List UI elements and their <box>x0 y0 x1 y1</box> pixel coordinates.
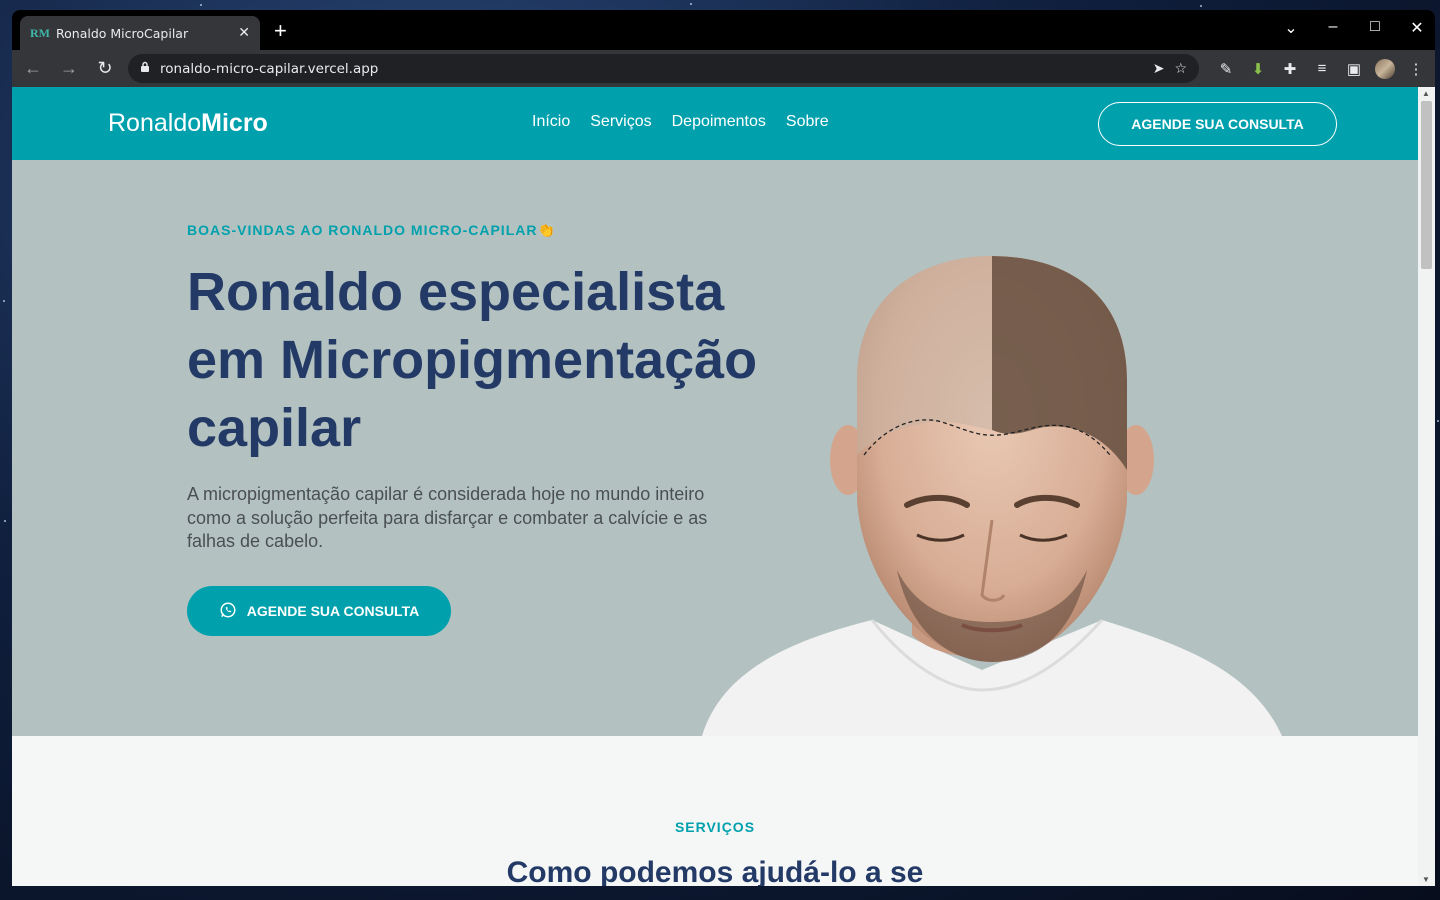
site-logo[interactable]: RonaldoMicro <box>108 109 268 138</box>
url-text: ronaldo-micro-capilar.vercel.app <box>160 60 379 77</box>
hero-eyebrow: BOAS-VINDAS AO RONALDO MICRO-CAPILAR👏 <box>187 222 556 238</box>
services-title: Como podemos ajudá-lo a se <box>506 856 924 886</box>
services-section: SERVIÇOS Como podemos ajudá-lo a se <box>12 736 1418 886</box>
nav-inicio[interactable]: Início <box>532 113 570 131</box>
extension-pen-icon[interactable]: ✎ <box>1215 60 1237 78</box>
tab-strip: RM Ronaldo MicroCapilar ✕ + ⌄ – □ ✕ <box>12 10 1435 50</box>
browser-toolbar: ← → ↻ ronaldo-micro-capilar.vercel.app ➤… <box>12 50 1435 87</box>
address-bar[interactable]: ronaldo-micro-capilar.vercel.app ➤ ☆ <box>128 54 1199 83</box>
logo-bold: Micro <box>201 109 268 137</box>
nav-servicos[interactable]: Serviços <box>590 113 651 131</box>
browser-tab[interactable]: RM Ronaldo MicroCapilar ✕ <box>20 16 260 50</box>
new-tab-icon[interactable]: + <box>274 20 287 42</box>
tab-title: Ronaldo MicroCapilar <box>56 25 189 41</box>
close-tab-icon[interactable]: ✕ <box>238 25 250 41</box>
reload-icon[interactable]: ↻ <box>92 58 118 79</box>
tab-search-icon[interactable]: ⌄ <box>1283 18 1299 38</box>
hero-cta-label: AGENDE SUA CONSULTA <box>246 603 420 619</box>
back-icon[interactable]: ← <box>20 58 46 79</box>
minimize-icon[interactable]: – <box>1325 18 1341 38</box>
browser-window: RM Ronaldo MicroCapilar ✕ + ⌄ – □ ✕ ← → … <box>12 10 1435 886</box>
extensions-puzzle-icon[interactable]: ✚ <box>1279 60 1301 78</box>
page-viewport: RonaldoMicro Início Serviços Depoimentos… <box>12 87 1418 886</box>
page-scrollbar[interactable]: ▲ ▼ <box>1418 87 1435 886</box>
logo-regular: Ronaldo <box>108 109 202 137</box>
reading-list-icon[interactable]: ≡ <box>1311 60 1333 77</box>
window-controls: ⌄ – □ ✕ <box>1283 18 1425 38</box>
scroll-up-icon[interactable]: ▲ <box>1422 89 1430 98</box>
bookmark-star-icon[interactable]: ☆ <box>1174 61 1187 77</box>
site-favicon-icon: RM <box>30 25 50 40</box>
hero-cta-button[interactable]: AGENDE SUA CONSULTA <box>187 586 451 636</box>
scrollbar-thumb[interactable] <box>1421 101 1432 269</box>
hero-section: BOAS-VINDAS AO RONALDO MICRO-CAPILAR👏 Ro… <box>12 160 1418 736</box>
profile-avatar[interactable] <box>1375 58 1395 79</box>
side-panel-icon[interactable]: ▣ <box>1343 60 1365 78</box>
main-menu: Início Serviços Depoimentos Sobre <box>532 113 829 131</box>
send-icon[interactable]: ➤ <box>1153 61 1165 77</box>
lock-icon[interactable] <box>140 61 150 77</box>
services-eyebrow: SERVIÇOS <box>674 819 756 835</box>
bald-man-before-after-icon <box>702 256 1282 736</box>
site-header: RonaldoMicro Início Serviços Depoimentos… <box>12 87 1418 160</box>
whatsapp-icon <box>219 601 237 622</box>
hero-lead: A micropigmentação capilar é considerada… <box>187 484 708 551</box>
download-icon[interactable]: ⬇ <box>1247 60 1269 78</box>
scroll-down-icon[interactable]: ▼ <box>1422 875 1430 884</box>
menu-kebab-icon[interactable]: ⋮ <box>1405 60 1427 78</box>
close-window-icon[interactable]: ✕ <box>1409 18 1425 38</box>
nav-sobre[interactable]: Sobre <box>786 113 829 131</box>
header-cta-button[interactable]: AGENDE SUA CONSULTA <box>1098 102 1337 146</box>
nav-depoimentos[interactable]: Depoimentos <box>672 113 766 131</box>
maximize-icon[interactable]: □ <box>1367 18 1383 38</box>
forward-icon[interactable]: → <box>56 58 82 79</box>
